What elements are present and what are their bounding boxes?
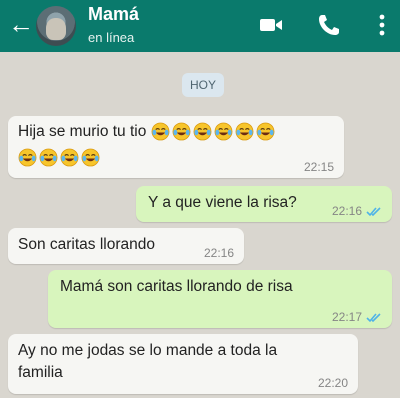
message-text: Mamá son caritas llorando de risa bbox=[60, 278, 293, 295]
date-chip: HOY bbox=[182, 73, 224, 97]
message-bubble-incoming[interactable]: Hija se murio tu tio 22:15 bbox=[8, 116, 344, 178]
message-text: Y a que viene la risa? bbox=[148, 194, 297, 211]
message-bubble-incoming[interactable]: Ay no me jodas se lo mande a toda la fam… bbox=[8, 334, 358, 394]
message-time: 22:16 bbox=[331, 204, 362, 218]
message-text: Son caritas llorando bbox=[18, 236, 155, 253]
more-vert-icon[interactable] bbox=[374, 12, 390, 38]
double-check-icon bbox=[366, 313, 381, 323]
message-bubble-outgoing[interactable]: Mamá son caritas llorando de risa 22:17 bbox=[48, 270, 392, 328]
message-text: Hija se murio tu tio bbox=[18, 123, 147, 141]
message-time: 22:20 bbox=[317, 376, 348, 390]
double-check-icon bbox=[366, 207, 381, 217]
message-time: 22:17 bbox=[331, 310, 362, 324]
contact-name[interactable]: Mamá bbox=[88, 4, 139, 25]
message-time: 22:16 bbox=[203, 246, 234, 260]
face-with-tears-of-joy-icon bbox=[39, 148, 58, 167]
message-text: Ay no me jodas se lo mande a toda la bbox=[18, 342, 278, 359]
message-bubble-incoming[interactable]: Son caritas llorando 22:16 bbox=[8, 228, 244, 264]
face-with-tears-of-joy-icon bbox=[151, 122, 170, 141]
face-with-tears-of-joy-icon bbox=[60, 148, 79, 167]
face-with-tears-of-joy-icon bbox=[172, 122, 191, 141]
chat-area[interactable]: HOY Hija se murio tu tio 22:15 Y a que v… bbox=[0, 52, 400, 398]
emoji-row bbox=[18, 148, 102, 167]
face-with-tears-of-joy-icon bbox=[256, 122, 275, 141]
chat-header: ← Mamá en línea bbox=[0, 0, 400, 52]
face-with-tears-of-joy-icon bbox=[235, 122, 254, 141]
face-with-tears-of-joy-icon bbox=[81, 148, 100, 167]
face-with-tears-of-joy-icon bbox=[193, 122, 212, 141]
message-time: 22:15 bbox=[303, 160, 334, 174]
face-with-tears-of-joy-icon bbox=[18, 148, 37, 167]
contact-status: en línea bbox=[88, 30, 135, 45]
face-with-tears-of-joy-icon bbox=[214, 122, 233, 141]
back-arrow-icon[interactable]: ← bbox=[6, 10, 36, 40]
phone-call-icon[interactable] bbox=[316, 12, 342, 38]
video-call-icon[interactable] bbox=[258, 12, 284, 38]
message-text: familia bbox=[18, 364, 63, 381]
message-bubble-outgoing[interactable]: Y a que viene la risa? 22:16 bbox=[136, 186, 392, 222]
avatar[interactable] bbox=[36, 6, 76, 46]
emoji-row bbox=[151, 121, 277, 143]
